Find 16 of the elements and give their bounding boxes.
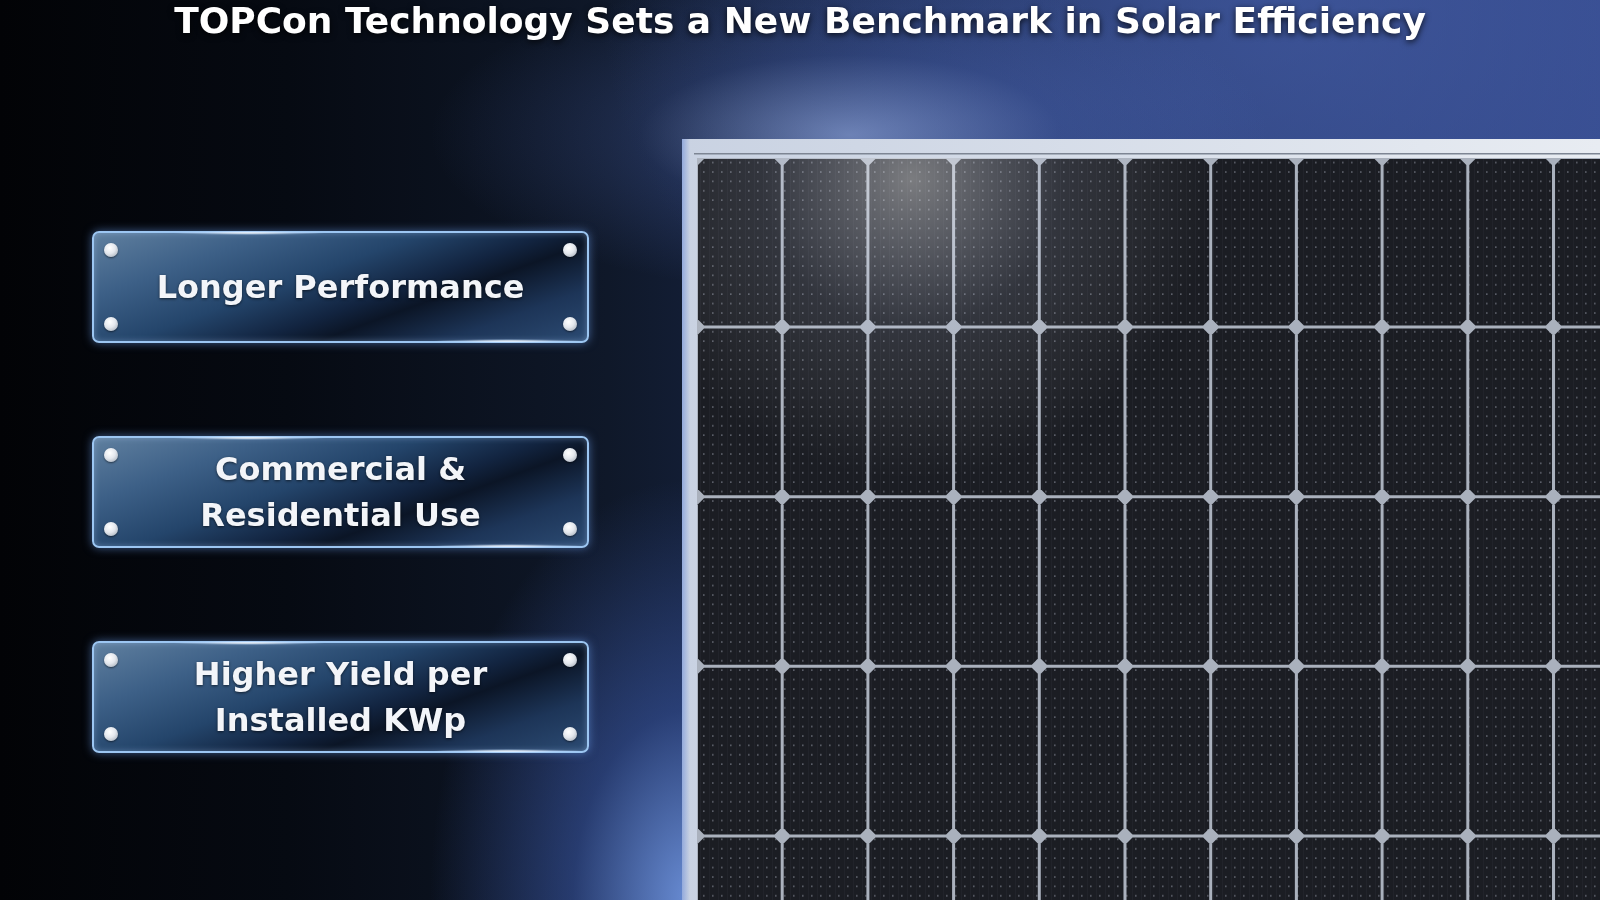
screw-icon (104, 653, 118, 667)
feature-label: Commercial & Residential Use (199, 449, 482, 536)
feature-label: Higher Yield per Installed KWp (192, 654, 489, 741)
feature-label: Longer Performance (156, 267, 525, 308)
screw-icon (104, 243, 118, 257)
screw-icon (563, 653, 577, 667)
screw-icon (563, 243, 577, 257)
screw-icon (104, 522, 118, 536)
headline: TOPCon Technology Sets a New Benchmark in Solar Efficiency (174, 0, 1426, 42)
screw-icon (563, 448, 577, 462)
screw-icon (104, 727, 118, 741)
screw-icon (104, 448, 118, 462)
screw-icon (563, 317, 577, 331)
screw-icon (563, 727, 577, 741)
screw-icon (563, 522, 577, 536)
screw-icon (104, 317, 118, 331)
